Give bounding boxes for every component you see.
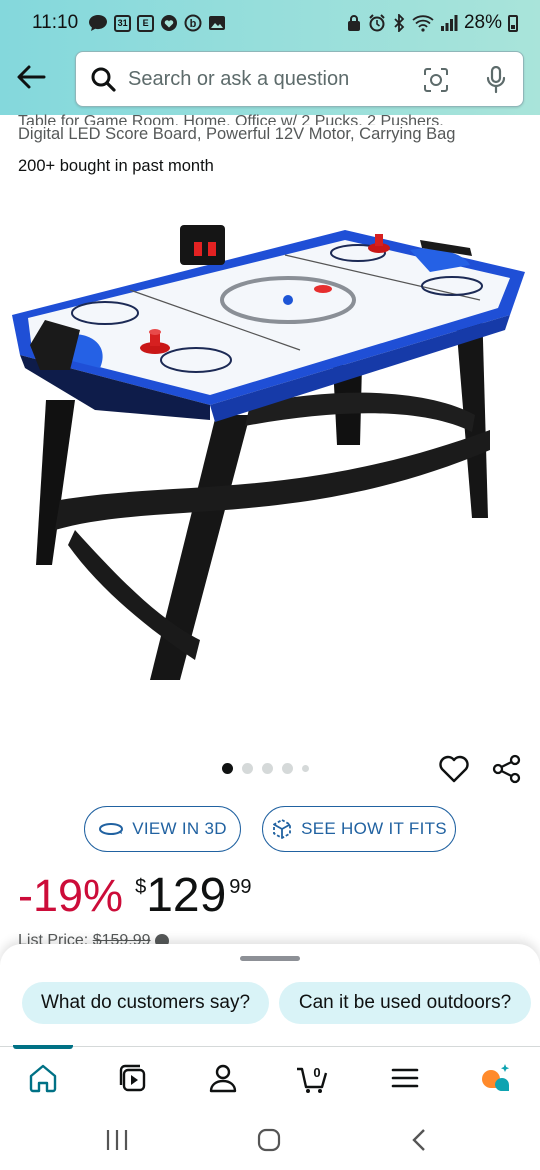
bought-count: 200+ bought in past month xyxy=(18,157,214,175)
price-cents: 99 xyxy=(229,876,252,898)
gallery-icon xyxy=(208,14,226,32)
status-bar: 11:10 31 E b 28% xyxy=(0,0,540,46)
discount-percent: -19% xyxy=(18,870,124,921)
back-arrow-icon[interactable] xyxy=(14,60,48,94)
rotate-3d-icon xyxy=(99,823,124,835)
product-title-fragment: Table for Game Room, Home, Office w/ 2 P… xyxy=(18,113,444,125)
menu-icon[interactable] xyxy=(388,1061,422,1095)
back-button-icon[interactable] xyxy=(408,1128,434,1152)
view-in-3d-label: VIEW IN 3D xyxy=(132,819,227,838)
price-block: -19% $ 129 99 xyxy=(18,866,252,926)
cart-count: 0 xyxy=(313,1065,320,1080)
lock-icon xyxy=(347,15,360,31)
search-icon xyxy=(91,67,116,92)
ar-cube-icon xyxy=(273,818,291,840)
screen: 11:10 31 E b 28% Search or ask a questio… xyxy=(0,0,540,1170)
carousel-dot[interactable] xyxy=(302,765,309,772)
b-app-icon: b xyxy=(184,14,202,32)
see-how-it-fits-label: SEE HOW IT FITS xyxy=(301,819,447,838)
battery-percent: 28% xyxy=(463,12,502,33)
active-tab-indicator xyxy=(13,1045,73,1049)
carousel-dot[interactable] xyxy=(262,763,273,774)
header: 11:10 31 E b 28% xyxy=(0,0,540,115)
price-dollars: 129 xyxy=(146,869,227,922)
status-time: 11:10 xyxy=(32,12,79,33)
see-how-it-fits-button[interactable]: SEE HOW IT FITS xyxy=(262,806,456,852)
camera-lens-icon[interactable] xyxy=(423,67,449,93)
wishlist-heart-icon[interactable] xyxy=(438,754,470,784)
image-carousel-dots[interactable] xyxy=(222,763,309,774)
svg-text:b: b xyxy=(190,18,197,30)
chat-icon xyxy=(88,14,108,32)
list-price-line: List Price: $159.99 xyxy=(18,932,169,944)
sheet-drag-handle[interactable] xyxy=(240,956,300,961)
rufus-icon[interactable] xyxy=(478,1061,512,1095)
price-currency: $ xyxy=(135,876,147,898)
bluetooth-icon xyxy=(394,14,405,32)
search-input[interactable] xyxy=(128,67,408,91)
bottom-nav: 0 xyxy=(0,1045,540,1108)
system-nav xyxy=(0,1108,540,1170)
table-top xyxy=(12,230,525,422)
suggestion-chip[interactable]: What do customers say? xyxy=(22,982,269,1024)
carousel-dot[interactable] xyxy=(242,763,253,774)
list-price-value: $159.99 xyxy=(92,932,151,944)
calendar-icon: 31 xyxy=(114,14,132,32)
info-icon[interactable] xyxy=(155,933,169,944)
video-icon[interactable] xyxy=(116,1061,150,1095)
status-right: 28% xyxy=(346,12,518,34)
recent-apps-icon[interactable] xyxy=(104,1128,130,1152)
search-bar[interactable] xyxy=(75,51,524,107)
product-title-line: Digital LED Score Board, Powerful 12V Mo… xyxy=(18,125,456,143)
signal-icon xyxy=(440,15,458,31)
share-icon[interactable] xyxy=(492,754,522,784)
product-image[interactable] xyxy=(0,200,540,720)
scoreboard xyxy=(180,225,225,265)
cart-icon[interactable]: 0 xyxy=(296,1061,330,1095)
carousel-dot[interactable] xyxy=(222,763,233,774)
heart-circle-icon xyxy=(160,14,178,32)
account-icon[interactable] xyxy=(206,1061,240,1095)
home-button-icon[interactable] xyxy=(256,1128,282,1152)
home-icon[interactable] xyxy=(26,1061,60,1095)
carousel-dot[interactable] xyxy=(282,763,293,774)
suggestion-chip[interactable]: Can it be used outdoors? xyxy=(279,982,531,1024)
e-app-icon: E xyxy=(137,14,155,32)
battery-icon xyxy=(508,14,518,32)
alarm-icon xyxy=(369,14,385,32)
bottom-sheet: What do customers say? Can it be used ou… xyxy=(0,944,540,1054)
view-in-3d-button[interactable]: VIEW IN 3D xyxy=(84,806,241,852)
list-price-label: List Price: xyxy=(18,932,89,944)
microphone-icon[interactable] xyxy=(485,66,507,94)
wifi-icon xyxy=(412,15,434,32)
